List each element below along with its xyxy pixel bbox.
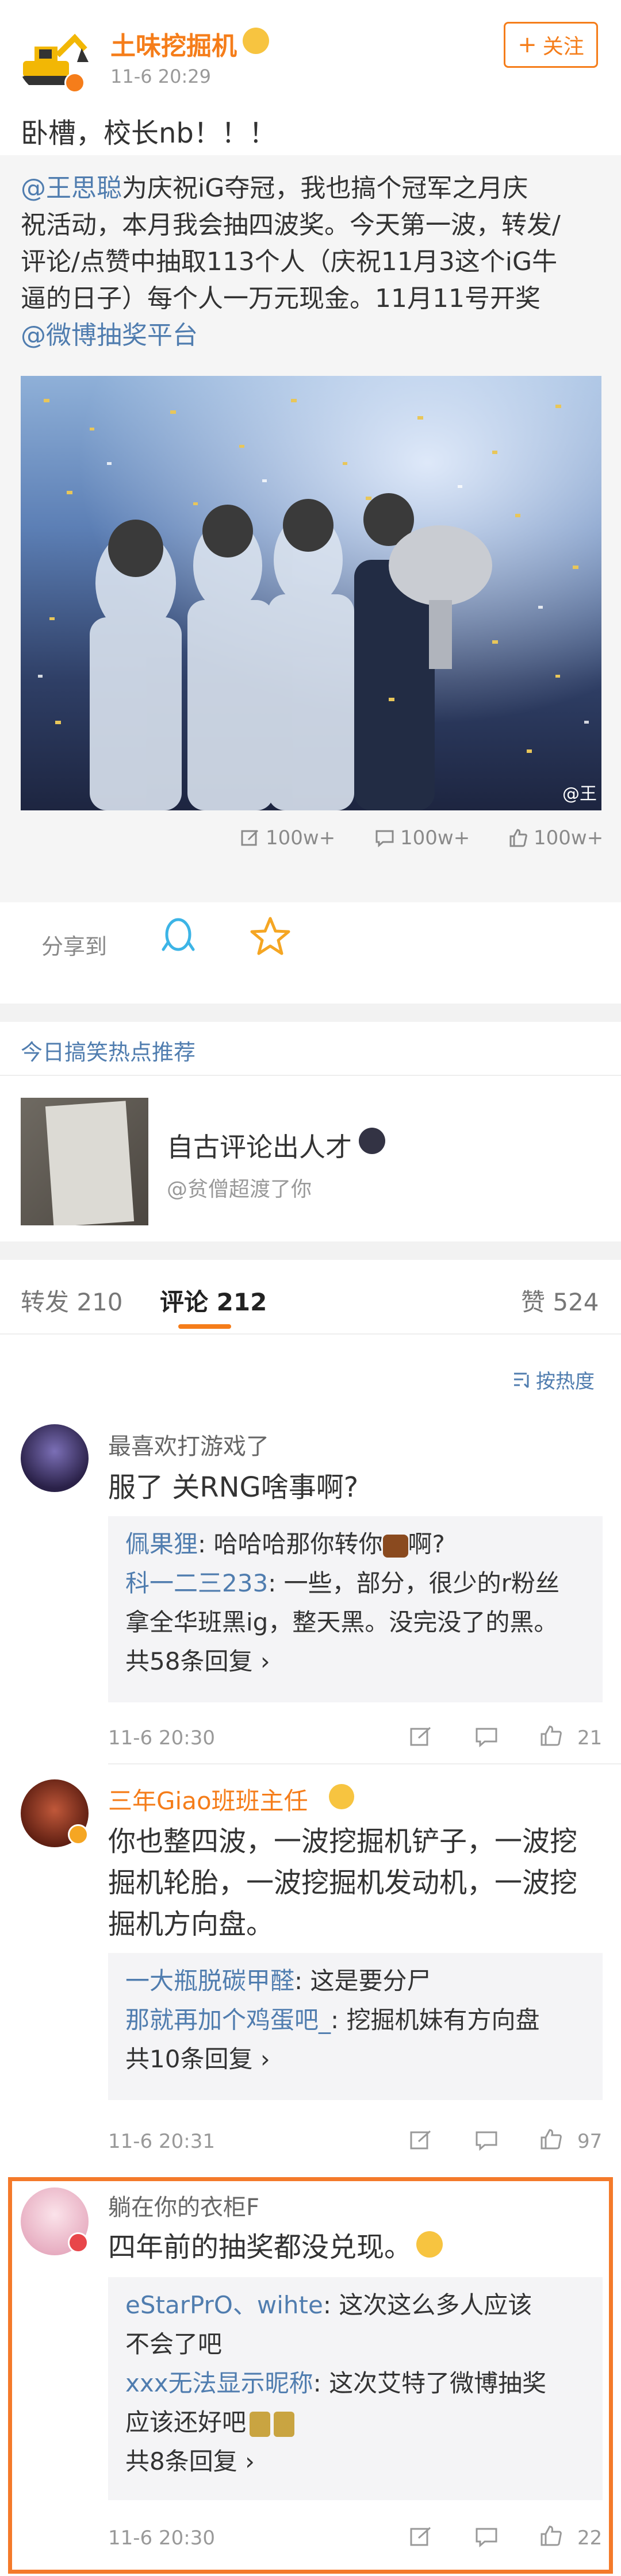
comment-icon[interactable] (475, 1725, 498, 1748)
reply-edit-icon[interactable] (409, 2129, 432, 2152)
candle-emoji-icon (250, 2411, 271, 2437)
comment-icon (375, 830, 394, 848)
post-time: 11-6 20:29 (110, 66, 212, 87)
mention-lottery[interactable]: @微博抽奖平台 (21, 317, 601, 354)
hot-author: @贫僧超渡了你 (167, 1178, 312, 1201)
candle-emoji-icon (274, 2411, 295, 2437)
thumbs-up-icon (509, 829, 527, 847)
comment-icon[interactable] (475, 2525, 498, 2548)
reply-box[interactable]: eStarPrO、wihte: 这次这么多人应该 不会了吧 xxx无法显示昵称:… (108, 2277, 603, 2500)
comment-time: 11-6 20:30 (108, 2527, 215, 2550)
repost-count[interactable]: 100w+ (240, 826, 335, 849)
tabs-divider (0, 1333, 621, 1335)
image-watermark: @王 (562, 784, 597, 804)
comment-text: 服了 关RNG啥事啊? (108, 1471, 359, 1504)
verified-badge (68, 1824, 89, 1845)
reply-author[interactable]: eStarPrO、wihte (125, 2291, 323, 2319)
plus-icon: + (518, 32, 537, 58)
tab-comment[interactable]: 评论 212 (160, 1283, 267, 1318)
reply-author[interactable]: 科一二三233 (125, 1569, 268, 1597)
hot-title[interactable]: 自古评论出人才 (167, 1126, 352, 1164)
comment-text: 你也整四波，一波挖掘机铲子，一波挖 掘机轮胎，一波挖掘机发动机，一波挖 掘机方向… (108, 1825, 578, 1940)
horse-emoji-icon (382, 1534, 408, 1558)
emoji-icon (416, 2231, 443, 2258)
like-count: 97 (577, 2130, 603, 2153)
favorite-share-button[interactable] (247, 914, 293, 960)
repost-text: @王思聪为庆祝iG夺冠，我也搞个冠军之月庆 祝活动，本月我会抽四波奖。今天第一波… (21, 170, 601, 354)
comment-time: 11-6 20:30 (108, 1727, 215, 1750)
hot-divider (0, 1075, 621, 1076)
tab-active-indicator (178, 1324, 231, 1329)
comment-author[interactable]: 三年Giao班班主任 (108, 1782, 308, 1817)
tab-repost[interactable]: 转发 210 (21, 1283, 123, 1318)
author-name[interactable]: 土味挖掘机 (110, 25, 237, 62)
hot-thumbnail[interactable] (21, 1098, 148, 1225)
sort-icon (514, 1372, 529, 1388)
chevron-right-icon: › (260, 1647, 270, 1675)
comment-icon[interactable] (475, 2129, 498, 2152)
reply-author[interactable]: 一大瓶脱碳甲醛 (125, 1967, 294, 1995)
reply-edit-icon[interactable] (409, 1725, 432, 1748)
reply-edit-icon[interactable] (409, 2525, 432, 2548)
more-replies-link[interactable]: 共8条回复 › (125, 2444, 585, 2479)
follow-label: 关注 (542, 35, 584, 59)
reply-author[interactable]: 那就再加个鸡蛋吧_ (125, 2006, 331, 2034)
hot-author-avatar (359, 1128, 385, 1154)
more-replies-link[interactable]: 共58条回复 › (125, 1644, 585, 1679)
chevron-right-icon: › (260, 2045, 270, 2073)
sort-button[interactable]: 按热度 (512, 1366, 595, 1394)
comment-author[interactable]: 躺在你的衣柜F (108, 2189, 259, 2222)
thumbs-up-icon[interactable] (539, 2524, 562, 2547)
tab-like[interactable]: 赞 524 (521, 1283, 599, 1318)
section-divider-2 (0, 1241, 621, 1260)
vip-icon (243, 28, 269, 54)
mention-wangsicong[interactable]: @王思聪 (21, 174, 122, 203)
comment-avatar[interactable] (21, 1424, 89, 1492)
star-icon (250, 917, 290, 955)
like-count: 21 (577, 1727, 603, 1750)
verified-badge (64, 72, 85, 93)
comment-count[interactable]: 100w+ (375, 826, 470, 849)
repost-image[interactable]: @王 (21, 376, 601, 810)
more-replies-link[interactable]: 共10条回复 › (125, 2041, 585, 2077)
comment-divider (108, 1763, 621, 1764)
follow-button[interactable]: + 关注 (504, 22, 598, 68)
comment-text: 四年前的抽奖都没兑现。 (108, 2224, 443, 2264)
section-divider (0, 1004, 621, 1022)
thumbs-up-icon[interactable] (539, 1724, 562, 1747)
qq-share-button[interactable] (155, 914, 201, 960)
hot-header: 今日搞笑热点推荐 (21, 1040, 196, 1065)
chevron-right-icon: › (245, 2447, 255, 2475)
thumbs-up-icon[interactable] (539, 2128, 562, 2151)
edit-share-icon (241, 829, 259, 846)
reply-author[interactable]: 佩果狸 (125, 1530, 198, 1558)
verified-badge (68, 2232, 89, 2253)
reply-box[interactable]: 佩果狸: 哈哈哈那你转你 啊? 科一二三233: 一些，部分，很少的r粉丝 拿全华… (108, 1516, 603, 1702)
like-count[interactable]: 100w+ (508, 826, 603, 849)
trophy-photo-icon (21, 376, 601, 810)
comment-author[interactable]: 最喜欢打游戏了 (108, 1428, 269, 1461)
comment-time: 11-6 20:31 (108, 2130, 215, 2153)
share-label: 分享到 (41, 934, 108, 959)
like-count: 22 (577, 2527, 603, 2550)
reply-box[interactable]: 一大瓶脱碳甲醛: 这是要分尸 那就再加个鸡蛋吧_: 挖掘机妹有方向盘 共10条回… (108, 1953, 603, 2100)
vip-icon (329, 1784, 354, 1809)
qq-icon (162, 918, 195, 951)
post-text: 卧槽，校长nb！！！ (21, 117, 277, 149)
reply-author[interactable]: xxx无法显示昵称 (125, 2369, 313, 2397)
